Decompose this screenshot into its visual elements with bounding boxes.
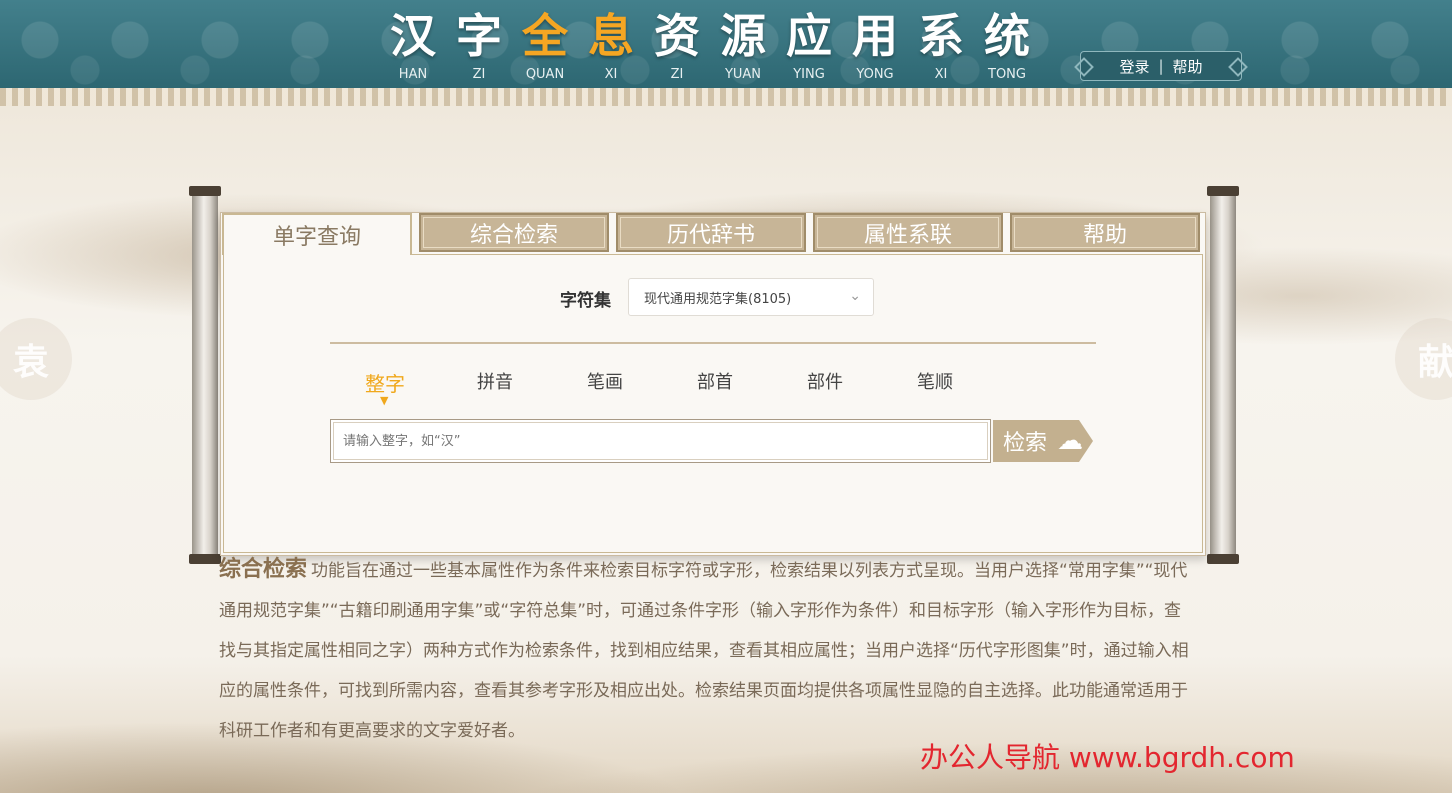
header-border <box>0 88 1452 106</box>
site-title: 汉 字 全 息 资 源 应 用 系 统 <box>380 8 1040 64</box>
title-char: 统 <box>984 9 1030 63</box>
scroll-roller-right <box>1207 186 1239 564</box>
mode-pinyin[interactable]: 拼音 <box>440 368 550 397</box>
pinyin-label: YUAN <box>724 67 762 82</box>
chevron-down-icon: ⌄ <box>849 288 861 304</box>
title-char: 系 <box>918 9 964 63</box>
pinyin-label: YONG <box>856 67 894 82</box>
tab-historical-dictionaries[interactable]: 历代辞书 <box>616 213 806 252</box>
description-text: 功能旨在通过一些基本属性作为条件来检索目标字符或字形，检索结果以列表方式呈现。当… <box>219 561 1189 741</box>
title-char: 汉 <box>390 9 436 63</box>
pinyin-label: ZI <box>670 67 684 82</box>
search-button-label: 检索 <box>1003 431 1048 456</box>
cloud-ornament-icon: ☁ <box>1057 426 1084 456</box>
tab-attribute-links[interactable]: 属性系联 <box>813 213 1003 252</box>
pinyin-label: ZI <box>472 67 486 82</box>
login-link[interactable]: 登录 <box>1119 56 1149 77</box>
title-char: 源 <box>720 9 766 63</box>
diamond-ornament-icon <box>1228 57 1248 77</box>
auth-box: 登录 | 帮助 <box>1074 51 1248 81</box>
title-char: 字 <box>456 9 502 63</box>
auth-separator: | <box>1158 57 1164 75</box>
mode-whole-char[interactable]: 整字 ▼ <box>330 368 440 407</box>
help-link[interactable]: 帮助 <box>1173 56 1203 77</box>
title-char: 资 <box>654 9 700 63</box>
mode-component[interactable]: 部件 <box>770 368 880 397</box>
search-button[interactable]: 检索 ☁ <box>993 420 1093 462</box>
tab-help[interactable]: 帮助 <box>1010 213 1200 252</box>
header: 汉 字 全 息 资 源 应 用 系 统 HAN ZI QUAN XI ZI YU… <box>0 0 1452 88</box>
watermark: 办公人导航 www.bgrdh.com <box>920 741 1295 774</box>
charset-select[interactable]: 现代通用规范字集(8105) ⌄ <box>628 278 874 316</box>
description-term: 综合检索 <box>219 557 308 582</box>
title-char: 息 <box>588 9 634 63</box>
mode-stroke-order[interactable]: 笔顺 <box>880 368 990 397</box>
charset-label: 字符集 <box>560 291 611 311</box>
mode-radical[interactable]: 部首 <box>660 368 770 397</box>
title-char: 用 <box>852 9 898 63</box>
pinyin-label: TONG <box>988 67 1026 82</box>
pinyin-label: QUAN <box>525 67 565 82</box>
charset-value: 现代通用规范字集(8105) <box>644 291 792 307</box>
title-pinyin: HAN ZI QUAN XI ZI YUAN YING YONG XI TONG <box>380 67 1040 82</box>
mode-label: 整字 <box>365 372 405 396</box>
pinyin-label: HAN <box>398 67 428 82</box>
mode-strokes[interactable]: 笔画 <box>550 368 660 397</box>
pinyin-label: YING <box>793 67 825 82</box>
triangle-down-icon: ▼ <box>380 394 389 407</box>
title-char: 应 <box>786 9 832 63</box>
search-mode-tabs: 整字 ▼ 拼音 笔画 部首 部件 笔顺 <box>330 368 990 407</box>
diamond-ornament-icon <box>1074 57 1094 77</box>
divider <box>330 342 1096 344</box>
scroll-roller-left <box>189 186 221 564</box>
tab-bar: 单字查询 综合检索 历代辞书 属性系联 帮助 <box>222 213 1207 255</box>
tab-single-char-query[interactable]: 单字查询 <box>222 213 412 255</box>
tab-advanced-search[interactable]: 综合检索 <box>419 213 609 252</box>
title-char: 全 <box>522 9 568 63</box>
pinyin-label: XI <box>604 67 618 82</box>
search-input[interactable] <box>330 419 991 463</box>
pinyin-label: XI <box>934 67 948 82</box>
feature-description: 综合检索 功能旨在通过一些基本属性作为条件来检索目标字符或字形，检索结果以列表方式… <box>219 550 1197 751</box>
